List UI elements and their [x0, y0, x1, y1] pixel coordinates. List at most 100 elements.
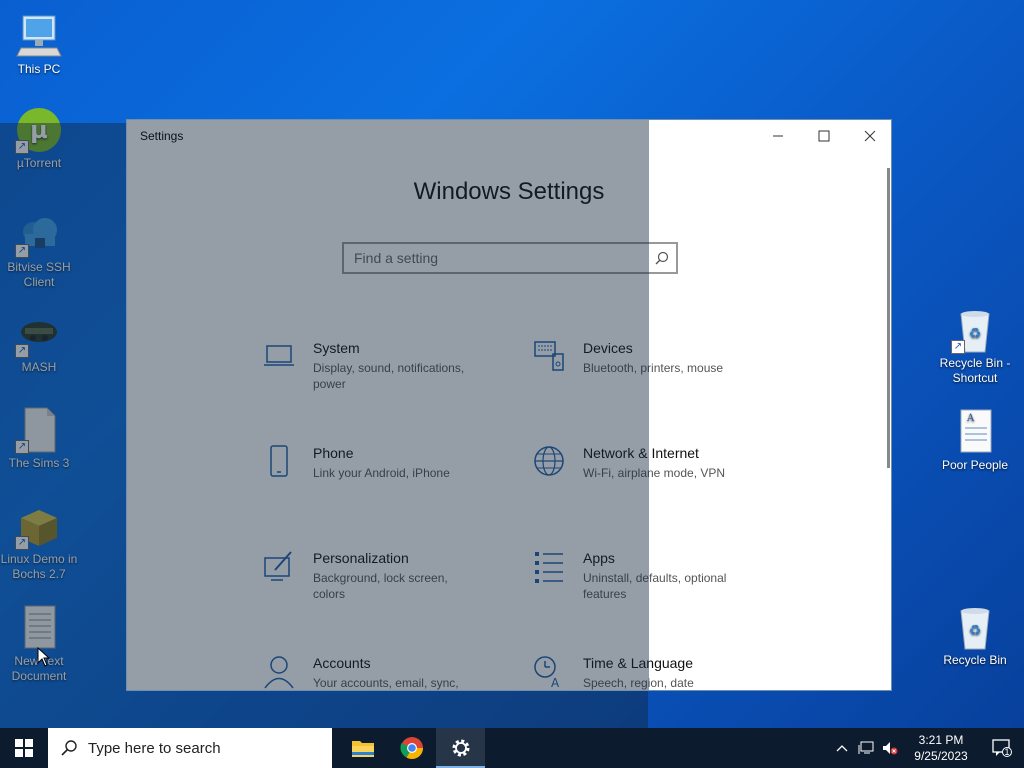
- desktop-icon-sims3[interactable]: ↗ The Sims 3: [0, 406, 78, 471]
- category-description: Speech, region, date: [583, 676, 694, 690]
- chevron-up-icon: [836, 745, 848, 752]
- chrome-icon: [399, 737, 423, 759]
- category-title: System: [313, 340, 360, 356]
- settings-window: Settings Windows Settings Find a setting…: [126, 119, 892, 691]
- taskbar-file-explorer[interactable]: [338, 728, 387, 768]
- category-title: Accounts: [313, 655, 371, 671]
- blank-file-icon: ↗: [15, 406, 63, 454]
- category-devices[interactable]: Devices Bluetooth, printers, mouse: [533, 340, 783, 410]
- category-accounts[interactable]: Accounts Your accounts, email, sync,: [263, 655, 513, 690]
- gear-icon: [452, 739, 469, 757]
- title-bar[interactable]: Settings: [127, 120, 891, 152]
- desktop-icon-bitvise[interactable]: ↗ Bitvise SSH Client: [0, 210, 78, 290]
- time-language-icon: A: [534, 656, 560, 689]
- box-icon: ↗: [15, 502, 63, 550]
- desktop-icon-utorrent[interactable]: µ ↗ µTorrent: [0, 106, 78, 171]
- category-description: Uninstall, defaults, optional features: [583, 571, 727, 601]
- maximize-icon: [818, 130, 830, 142]
- taskbar-settings[interactable]: [436, 728, 485, 768]
- system-tray: 3:21 PM 9/25/2023 1: [830, 728, 1024, 768]
- svg-text:♻: ♻: [969, 623, 982, 639]
- desktop-icon-mash[interactable]: ↗ MASH: [0, 310, 78, 375]
- maximize-button[interactable]: [801, 120, 847, 152]
- category-system[interactable]: System Display, sound, notifications, po…: [263, 340, 513, 410]
- network-icon: [858, 741, 874, 754]
- category-description: Your accounts, email, sync,: [313, 676, 459, 690]
- search-placeholder: Find a setting: [354, 250, 439, 266]
- close-button[interactable]: [847, 120, 891, 152]
- tray-network-button[interactable]: [854, 728, 878, 768]
- minimize-button[interactable]: [755, 120, 801, 152]
- notification-count-badge: 1: [1004, 747, 1010, 757]
- shortcut-arrow-icon: ↗: [15, 140, 29, 154]
- taskbar-chrome[interactable]: [387, 728, 436, 768]
- recycle-bin-icon: ♻ ↗: [951, 306, 999, 354]
- shortcut-arrow-icon: ↗: [15, 440, 29, 454]
- laptop-icon: [264, 345, 294, 366]
- svg-text:A: A: [551, 676, 560, 689]
- shortcut-arrow-icon: ↗: [15, 344, 29, 358]
- desktop-icon-label: Bitvise SSH Client: [7, 260, 71, 289]
- category-description: Wi-Fi, airplane mode, VPN: [583, 466, 726, 480]
- category-title: Apps: [583, 550, 615, 566]
- desktop-icon-new-text-document[interactable]: New Text Document: [0, 604, 78, 684]
- minimize-icon: [773, 135, 783, 137]
- svg-text:µ: µ: [30, 116, 48, 144]
- category-time-language[interactable]: A Time & Language Speech, region, date: [533, 655, 783, 690]
- action-center-button[interactable]: 1: [980, 728, 1024, 768]
- taskbar-search-placeholder: Type here to search: [88, 739, 221, 757]
- paintbrush-icon: [264, 551, 292, 581]
- tray-chevron-up-button[interactable]: [830, 728, 854, 768]
- person-icon: [264, 656, 294, 689]
- category-phone[interactable]: Phone Link your Android, iPhone: [263, 445, 513, 515]
- shortcut-arrow-icon: ↗: [15, 244, 29, 258]
- folder-icon: [351, 741, 374, 757]
- settings-search-input[interactable]: Find a setting: [342, 242, 678, 274]
- desktop-icon-poor-people[interactable]: A Poor People: [936, 408, 1014, 473]
- desktop-icon-label: The Sims 3: [8, 456, 70, 470]
- clock-time: 3:21 PM: [918, 733, 964, 747]
- desktop-icon-label: µTorrent: [16, 156, 62, 170]
- taskbar-clock[interactable]: 3:21 PM 9/25/2023: [902, 732, 980, 764]
- desktop-icon-label: This PC: [17, 62, 61, 76]
- search-icon: [61, 740, 77, 756]
- globe-icon: [534, 446, 564, 476]
- category-network[interactable]: Network & Internet Wi-Fi, airplane mode,…: [533, 445, 783, 515]
- desktop-icon-label: Recycle Bin: [943, 653, 1007, 667]
- bitvise-icon: ↗: [15, 210, 63, 258]
- desktop-icon-linux-demo[interactable]: ↗ Linux Demo in Bochs 2.7: [0, 502, 78, 582]
- desktop-icon-recycle-bin-shortcut[interactable]: ♻ ↗ Recycle Bin - Shortcut: [936, 306, 1014, 386]
- shortcut-arrow-icon: ↗: [15, 536, 29, 550]
- desktop-icon-recycle-bin[interactable]: ♻ Recycle Bin: [936, 603, 1014, 668]
- scrollbar[interactable]: [887, 168, 890, 468]
- category-title: Time & Language: [583, 655, 693, 671]
- desktop-icon-label: Recycle Bin - Shortcut: [939, 356, 1011, 385]
- svg-text:♻: ♻: [969, 326, 982, 342]
- category-title: Devices: [583, 340, 633, 356]
- close-icon: [864, 130, 876, 142]
- desktop-icon-label: Poor People: [941, 458, 1009, 472]
- category-personalization[interactable]: Personalization Background, lock screen,…: [263, 550, 513, 620]
- text-file-icon: [15, 604, 63, 652]
- tray-volume-button[interactable]: [878, 728, 902, 768]
- windows-logo-icon: [15, 739, 33, 757]
- category-apps[interactable]: Apps Uninstall, defaults, optional featu…: [533, 550, 783, 620]
- category-title: Personalization: [313, 550, 409, 566]
- shortcut-arrow-icon: ↗: [951, 340, 965, 354]
- search-icon: [655, 251, 669, 265]
- volume-muted-icon: [883, 742, 898, 755]
- keyboard-icon: [534, 341, 564, 371]
- mouse-cursor-icon: [37, 647, 51, 667]
- start-button[interactable]: [0, 728, 48, 768]
- category-description: Bluetooth, printers, mouse: [583, 361, 724, 375]
- category-description: Link your Android, iPhone: [313, 466, 450, 480]
- desktop-icon-label: MASH: [21, 360, 57, 374]
- page-title: Windows Settings: [413, 178, 605, 205]
- taskbar: Type here to search 3:21 PM 9/25/2023 1: [0, 728, 1024, 768]
- recycle-bin-icon: ♻: [951, 603, 999, 651]
- category-title: Phone: [313, 445, 354, 461]
- apps-list-icon: [535, 552, 563, 583]
- utorrent-icon: µ ↗: [15, 106, 63, 154]
- taskbar-search-box[interactable]: Type here to search: [48, 728, 332, 768]
- desktop-icon-this-pc[interactable]: This PC: [0, 12, 78, 77]
